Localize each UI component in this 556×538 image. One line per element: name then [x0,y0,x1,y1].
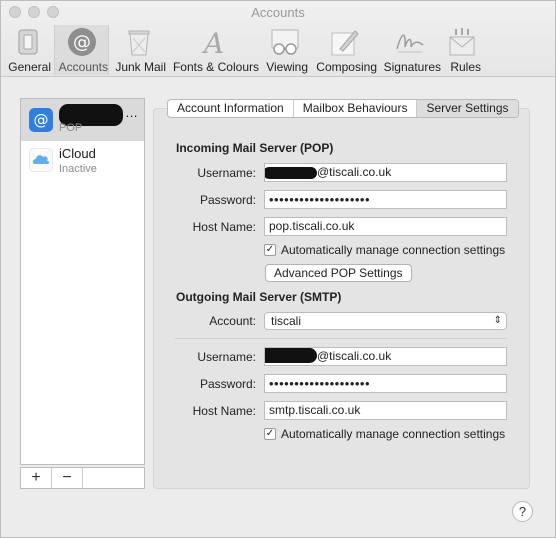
account-name: iCloud [59,146,96,161]
account-name: … [125,105,138,120]
signature-icon [396,34,424,53]
toolbar-composing[interactable]: Composing [311,25,377,75]
incoming-host-label: Host Name: [192,220,256,234]
outgoing-password-label: Password: [199,377,256,391]
incoming-section-title: Incoming Mail Server (POP) [176,141,334,155]
tab-server-settings[interactable]: Server Settings [417,100,518,117]
settings-tabs: Account Information Mailbox Behaviours S… [167,99,519,118]
toolbar-junk-mail[interactable]: Junk Mail [112,25,166,75]
advanced-pop-settings-button[interactable]: Advanced POP Settings [265,264,412,282]
section-divider [175,338,507,339]
toolbar-fonts-colours[interactable]: A Fonts & Colours [169,25,259,75]
svg-text:@: @ [73,32,91,53]
toolbar-signatures[interactable]: Signatures [379,25,441,75]
toolbar-rules[interactable]: Rules [443,25,481,75]
outgoing-host-label: Host Name: [192,404,256,418]
trash-icon [128,30,150,56]
account-row-pop[interactable]: @ … POP [21,99,144,141]
switch-icon [18,29,38,55]
incoming-username-label: Username: [197,166,256,180]
toolbar-general[interactable]: General [5,25,51,75]
font-icon: A [201,27,224,57]
toolbar-viewing[interactable]: Viewing [262,25,308,75]
outgoing-password-field[interactable]: •••••••••••••••••••• [264,374,507,393]
accounts-window: Accounts General @ Accounts Junk Mail A … [0,0,556,538]
account-row-icloud[interactable]: iCloud Inactive [21,141,144,183]
glasses-icon [271,29,299,55]
help-button[interactable]: ? [512,501,533,522]
incoming-password-field[interactable]: •••••••••••••••••••• [264,190,507,209]
incoming-password-label: Password: [199,193,256,207]
smtp-account-select[interactable]: tiscali ⇕ [264,312,507,330]
window-title: Accounts [251,5,305,20]
toolbar-accounts[interactable]: @ Accounts [54,25,109,75]
redacted-username [265,348,317,363]
outgoing-account-label: Account: [209,314,256,328]
tab-mailbox-behaviours[interactable]: Mailbox Behaviours [294,100,418,117]
outgoing-auto-manage-checkbox[interactable]: ✓ [264,428,276,440]
cloud-icon [29,148,53,172]
outgoing-section-title: Outgoing Mail Server (SMTP) [176,290,342,304]
remove-account-button[interactable]: − [52,468,83,488]
accounts-list: @ … POP iCloud Inactive [20,98,145,465]
pencil-icon [331,30,359,56]
title-bar: Accounts General @ Accounts Junk Mail A … [1,1,555,77]
at-sign-icon: @ [67,28,96,56]
chevron-up-down-icon: ⇕ [493,315,502,326]
outgoing-username-field[interactable]: @tiscali.co.uk [264,347,507,366]
account-status: Inactive [59,163,97,175]
rules-icon [449,28,475,56]
incoming-host-field[interactable]: pop.tiscali.co.uk [264,217,507,236]
svg-text:A: A [201,27,224,57]
at-sign-icon: @ [29,108,53,132]
outgoing-auto-manage-label: Automatically manage connection settings [281,427,506,441]
incoming-username-field[interactable]: @tiscali.co.uk [264,163,507,182]
svg-text:@: @ [34,111,49,129]
tab-account-information[interactable]: Account Information [168,100,294,117]
outgoing-username-label: Username: [197,350,256,364]
account-type: POP [59,122,83,134]
outgoing-host-field[interactable]: smtp.tiscali.co.uk [264,401,507,420]
incoming-auto-manage-checkbox[interactable]: ✓ [264,244,276,256]
redacted-username [265,167,317,179]
incoming-auto-manage-label: Automatically manage connection settings [281,243,506,257]
accounts-list-footer: + − [20,467,145,489]
add-account-button[interactable]: + [21,468,52,488]
